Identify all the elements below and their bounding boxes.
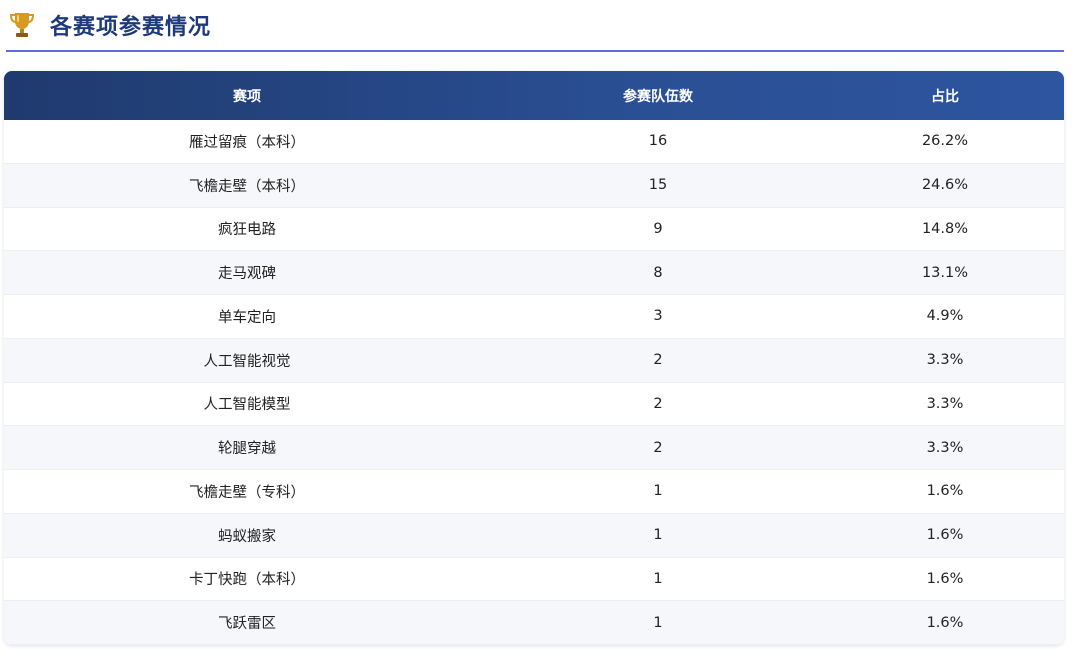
cell-ratio: 1.6% [926, 570, 964, 587]
cell-teams: 15 [648, 177, 668, 194]
cell-ratio: 24.6% [921, 177, 969, 194]
cell-ratio: 3.3% [926, 439, 964, 456]
cell-teams: 2 [653, 439, 663, 456]
table-row: 飞檐走壁（本科） 15 24.6% [4, 163, 1064, 208]
cell-event: 人工智能模型 [203, 397, 291, 414]
cell-teams: 2 [653, 352, 663, 369]
table-row: 轮腿穿越 2 3.3% [4, 426, 1064, 470]
cell-ratio: 4.9% [926, 308, 964, 325]
cell-event: 飞跃雷区 [218, 616, 276, 633]
cell-teams: 1 [653, 570, 663, 587]
table-row: 飞跃雷区 1 1.6% [4, 601, 1064, 645]
table-body: 雁过留痕（本科） 16 26.2% 飞檐走壁（本科） 15 24.6% 疯狂电路… [4, 120, 1064, 645]
trophy-icon [8, 10, 36, 40]
cell-ratio: 3.3% [926, 352, 964, 369]
column-header-teams: 参赛队伍数 [623, 88, 693, 105]
cell-event: 走马观碑 [218, 266, 276, 283]
cell-ratio: 13.1% [921, 264, 969, 281]
table-row: 走马观碑 8 13.1% [4, 251, 1064, 295]
section-header: 各赛项参赛情况 [6, 0, 1064, 52]
table-row: 疯狂电路 9 14.8% [4, 207, 1064, 252]
table-row: 雁过留痕（本科） 16 26.2% [4, 120, 1064, 164]
table-row: 人工智能模型 2 3.3% [4, 382, 1064, 427]
cell-teams: 9 [653, 220, 663, 237]
cell-teams: 3 [653, 308, 663, 325]
cell-teams: 8 [653, 264, 663, 281]
cell-event: 疯狂电路 [218, 222, 276, 239]
page-title: 各赛项参赛情况 [50, 15, 212, 40]
cell-event: 雁过留痕（本科） [189, 134, 305, 151]
table-row: 卡丁快跑（本科） 1 1.6% [4, 557, 1064, 602]
table-row: 蚂蚁搬家 1 1.6% [4, 513, 1064, 558]
table-header: 赛项 参赛队伍数 占比 [4, 71, 1064, 120]
cell-teams: 2 [653, 395, 663, 412]
cell-event: 蚂蚁搬家 [218, 528, 276, 545]
table-row: 飞檐走壁（专科） 1 1.6% [4, 470, 1064, 514]
cell-ratio: 1.6% [926, 483, 964, 500]
cell-event: 飞檐走壁（专科） [189, 484, 305, 501]
cell-event: 卡丁快跑（本科） [189, 572, 305, 589]
cell-event: 飞檐走壁（本科） [189, 178, 305, 195]
cell-event: 单车定向 [218, 309, 276, 326]
cell-event: 轮腿穿越 [218, 441, 276, 458]
column-header-ratio: 占比 [931, 88, 959, 105]
cell-ratio: 14.8% [921, 220, 969, 237]
cell-teams: 1 [653, 483, 663, 500]
cell-ratio: 26.2% [921, 133, 969, 150]
cell-ratio: 1.6% [926, 614, 964, 631]
cell-teams: 1 [653, 614, 663, 631]
cell-event: 人工智能视觉 [203, 353, 291, 370]
cell-teams: 1 [653, 527, 663, 544]
table-row: 单车定向 3 4.9% [4, 295, 1064, 339]
cell-ratio: 1.6% [926, 527, 964, 544]
table-row: 人工智能视觉 2 3.3% [4, 338, 1064, 383]
cell-ratio: 3.3% [926, 395, 964, 412]
cell-teams: 16 [648, 133, 668, 150]
events-table: 赛项 参赛队伍数 占比 雁过留痕（本科） 16 26.2% 飞檐走壁（本科） 1… [4, 71, 1064, 645]
column-header-event: 赛项 [233, 88, 261, 105]
